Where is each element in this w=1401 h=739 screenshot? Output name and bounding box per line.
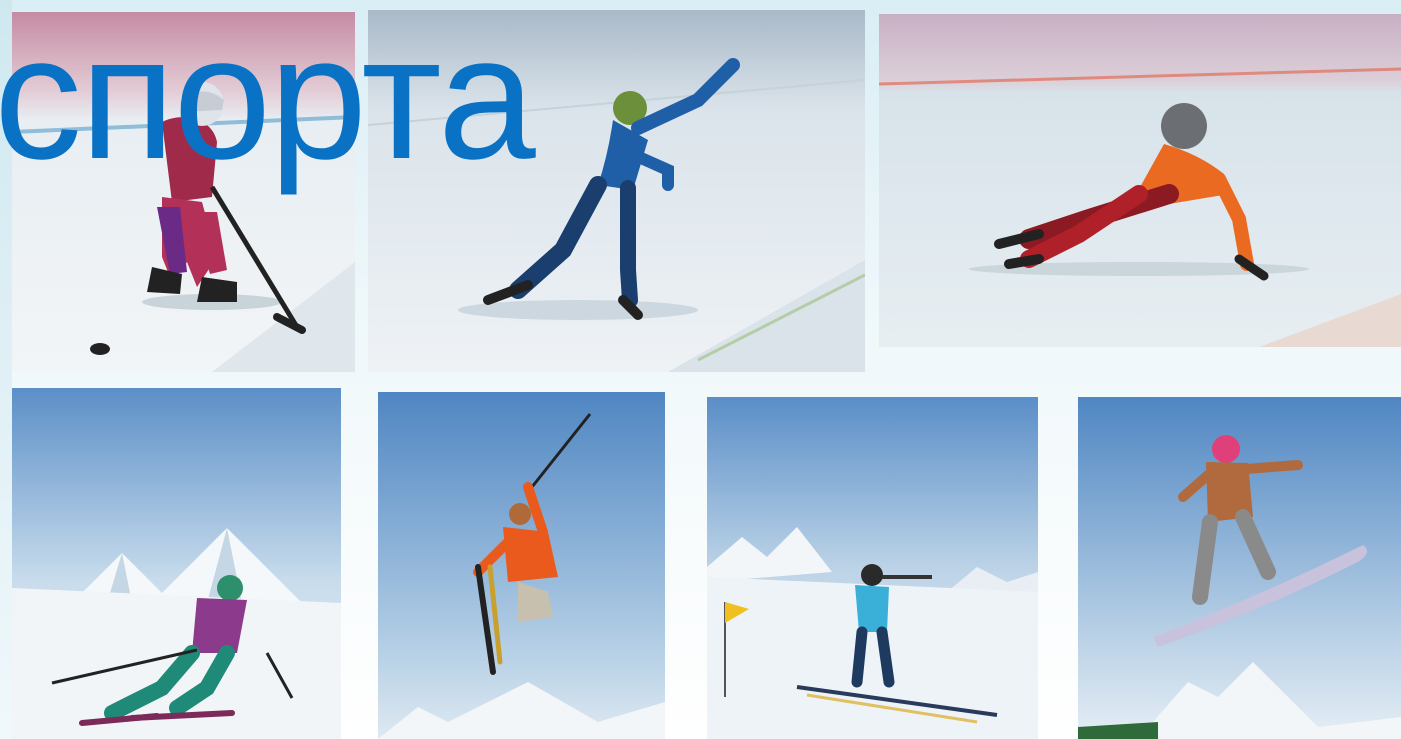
alpine-skiing-panel [12, 388, 341, 739]
freestyle-skiing-icon [378, 392, 665, 739]
alpine-skiing-icon [12, 388, 341, 739]
snowboard-panel [1078, 397, 1401, 739]
freestyle-skiing-panel [378, 392, 665, 739]
hockey-panel [12, 12, 355, 372]
speed-skating-panel [368, 10, 865, 372]
biathlon-icon [707, 397, 1038, 739]
speed-skating-icon [368, 10, 865, 372]
snowboard-icon [1078, 397, 1401, 739]
short-track-panel [879, 14, 1401, 347]
biathlon-panel [707, 397, 1038, 739]
short-track-icon [879, 14, 1401, 347]
slide-edge-decoration [0, 0, 12, 739]
ice-hockey-icon [12, 12, 355, 372]
